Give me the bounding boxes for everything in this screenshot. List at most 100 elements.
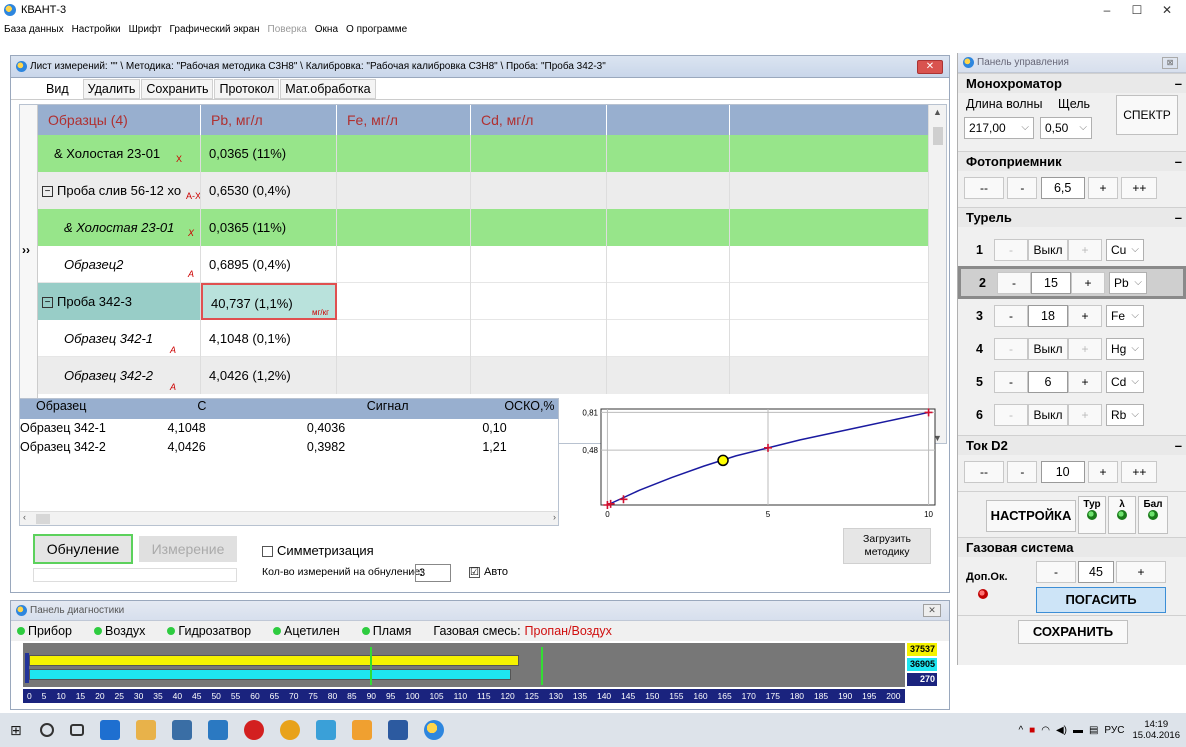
turret-element-select[interactable]: Rb ⌵ (1106, 403, 1144, 426)
tray-expand-icon[interactable]: ^ (1018, 725, 1023, 736)
fe-value[interactable] (337, 208, 471, 246)
d2-decrease-button[interactable]: - (1007, 461, 1038, 483)
d2-increase-large-button[interactable]: ++ (1121, 461, 1158, 483)
maximize-button[interactable]: ☐ (1122, 0, 1152, 20)
turret-value[interactable]: Выкл (1028, 403, 1068, 426)
store-icon[interactable] (171, 720, 192, 740)
turret-element-select[interactable]: Cu ⌵ (1106, 238, 1144, 261)
cd-value[interactable] (471, 245, 607, 283)
document-app-icon[interactable] (387, 720, 408, 740)
fe-value[interactable] (337, 319, 471, 357)
turret-increase-button[interactable]: + (1068, 238, 1102, 261)
setup-button[interactable]: НАСТРОЙКА (986, 500, 1076, 532)
cd-value[interactable] (471, 134, 607, 172)
cd-value[interactable] (471, 319, 607, 357)
pb-value[interactable]: 0,6895 (0,4%) (201, 245, 337, 283)
menu-database[interactable]: База данных (0, 22, 68, 38)
menu-font[interactable]: Шрифт (125, 22, 166, 38)
scroll-thumb[interactable] (933, 127, 943, 145)
extinguish-button[interactable]: ПОГАСИТЬ (1036, 587, 1166, 613)
clock[interactable]: 14:19 15.04.2016 (1132, 719, 1180, 741)
grid-vertical-scrollbar[interactable]: ▲ ▼ (928, 105, 946, 443)
turret-value[interactable]: 15 (1031, 271, 1071, 294)
menu-verification[interactable]: Поверка (264, 22, 311, 38)
turret-decrease-button[interactable]: - (994, 238, 1028, 261)
gas-increase-button[interactable]: + (1116, 561, 1166, 583)
turret-value[interactable]: Выкл (1028, 238, 1068, 261)
photo-decrease-button[interactable]: - (1007, 177, 1038, 199)
table-row[interactable]: & Холостая 23-01 X 0,0365 (11%) (38, 208, 930, 246)
collapse-icon[interactable]: – (1175, 74, 1182, 94)
turret-header[interactable]: Турель – (958, 207, 1186, 227)
col-sample[interactable]: Образец (20, 399, 137, 419)
col-c[interactable]: C (137, 399, 286, 419)
table-horizontal-scrollbar[interactable]: ‹ › (20, 511, 558, 525)
pb-value[interactable]: 0,0365 (11%) (201, 134, 337, 172)
kvant-app-icon[interactable] (423, 720, 444, 740)
gas-value-input[interactable]: 45 (1078, 561, 1114, 583)
scroll-thumb[interactable] (36, 514, 50, 524)
count-input[interactable]: 3 (415, 564, 451, 582)
cd-value[interactable] (471, 208, 607, 246)
turret-increase-button[interactable]: + (1068, 337, 1102, 360)
photo-increase-button[interactable]: + (1088, 177, 1119, 199)
photo-value-input[interactable]: 6,5 (1040, 177, 1085, 199)
cd-value[interactable] (471, 356, 607, 394)
minimize-button[interactable]: – (1092, 0, 1122, 20)
d2-decrease-large-button[interactable]: -- (964, 461, 1004, 483)
search-icon[interactable] (39, 723, 54, 737)
tray-app-icon[interactable]: ■ (1029, 725, 1035, 736)
math-processing-button[interactable]: Мат.обработка (280, 78, 376, 99)
turret-decrease-button[interactable]: - (994, 403, 1028, 426)
photo-decrease-large-button[interactable]: -- (964, 177, 1004, 199)
collapse-icon[interactable]: – (1175, 208, 1182, 228)
save-button[interactable]: Сохранить (141, 78, 214, 99)
spectrum-button[interactable]: СПЕКТР (1116, 95, 1178, 135)
col-signal[interactable]: Сигнал (287, 399, 435, 419)
pb-value[interactable]: 4,1048 (0,1%) (201, 319, 337, 357)
turret-element-select[interactable]: Cd ⌵ (1106, 370, 1144, 393)
header-pb[interactable]: Pb, мг/л (201, 105, 337, 135)
table-row[interactable]: Образец 342-2 A 4,0426 (1,2%) (38, 356, 930, 394)
turret-increase-button[interactable]: + (1068, 304, 1102, 327)
keyboard-icon[interactable]: ▤ (1089, 725, 1098, 736)
turret-element-select[interactable]: Pb ⌵ (1109, 271, 1147, 294)
turret-decrease-button[interactable]: - (994, 304, 1028, 327)
turret-increase-button[interactable]: + (1071, 271, 1105, 294)
windows-start-icon[interactable]: ⊞ (10, 722, 22, 739)
turret-value[interactable]: 6 (1028, 370, 1068, 393)
measurement-window-close-button[interactable]: ✕ (917, 60, 943, 74)
scroll-left-icon[interactable]: ‹ (23, 512, 26, 522)
auto-checkbox[interactable]: ☑ Авто (469, 566, 508, 578)
pb-value-selected[interactable]: 40,737 (1,1%) мг/кг (201, 282, 337, 320)
table-row[interactable]: Образец 342-2 4,0426 0,3982 1,21 (20, 438, 558, 457)
table-row-selected[interactable]: − Проба 342-3 40,737 (1,1%) мг/кг (38, 282, 930, 320)
protocol-button[interactable]: Протокол (214, 78, 280, 99)
table-row[interactable]: Образец2 A 0,6895 (0,4%) (38, 245, 930, 283)
scroll-right-icon[interactable]: › (553, 512, 556, 522)
gas-decrease-button[interactable]: - (1036, 561, 1076, 583)
file-explorer-icon[interactable] (135, 720, 156, 740)
save-settings-button[interactable]: СОХРАНИТЬ (1018, 620, 1128, 644)
diagnostics-close-button[interactable]: ✕ (923, 604, 941, 617)
menu-settings[interactable]: Настройки (68, 22, 125, 38)
fe-value[interactable] (337, 171, 471, 209)
paint-app-icon[interactable] (351, 720, 372, 740)
pb-value[interactable]: 0,0365 (11%) (201, 208, 337, 246)
collapse-icon[interactable]: − (42, 296, 53, 308)
turret-value[interactable]: 18 (1028, 304, 1068, 327)
measure-button[interactable]: Измерение (139, 536, 237, 562)
app-icon[interactable] (315, 720, 336, 740)
scroll-up-icon[interactable]: ▲ (933, 107, 942, 117)
table-row[interactable]: & Холостая 23-01 X 0,0365 (11%) (38, 134, 930, 172)
opera-browser-icon[interactable] (243, 720, 264, 740)
turret-increase-button[interactable]: + (1068, 370, 1102, 393)
symmetrization-checkbox[interactable]: Симметризация (262, 543, 374, 558)
volume-icon[interactable]: ◀) (1056, 725, 1067, 736)
d2-value-input[interactable]: 10 (1040, 461, 1085, 483)
media-app-icon[interactable] (207, 720, 228, 740)
lambda-status-button[interactable]: λ (1108, 496, 1136, 534)
fe-value[interactable] (337, 356, 471, 394)
table-row[interactable]: Образец 342-1 4,1048 0,4036 0,10 (20, 419, 558, 438)
collapse-icon[interactable]: – (1175, 152, 1182, 172)
